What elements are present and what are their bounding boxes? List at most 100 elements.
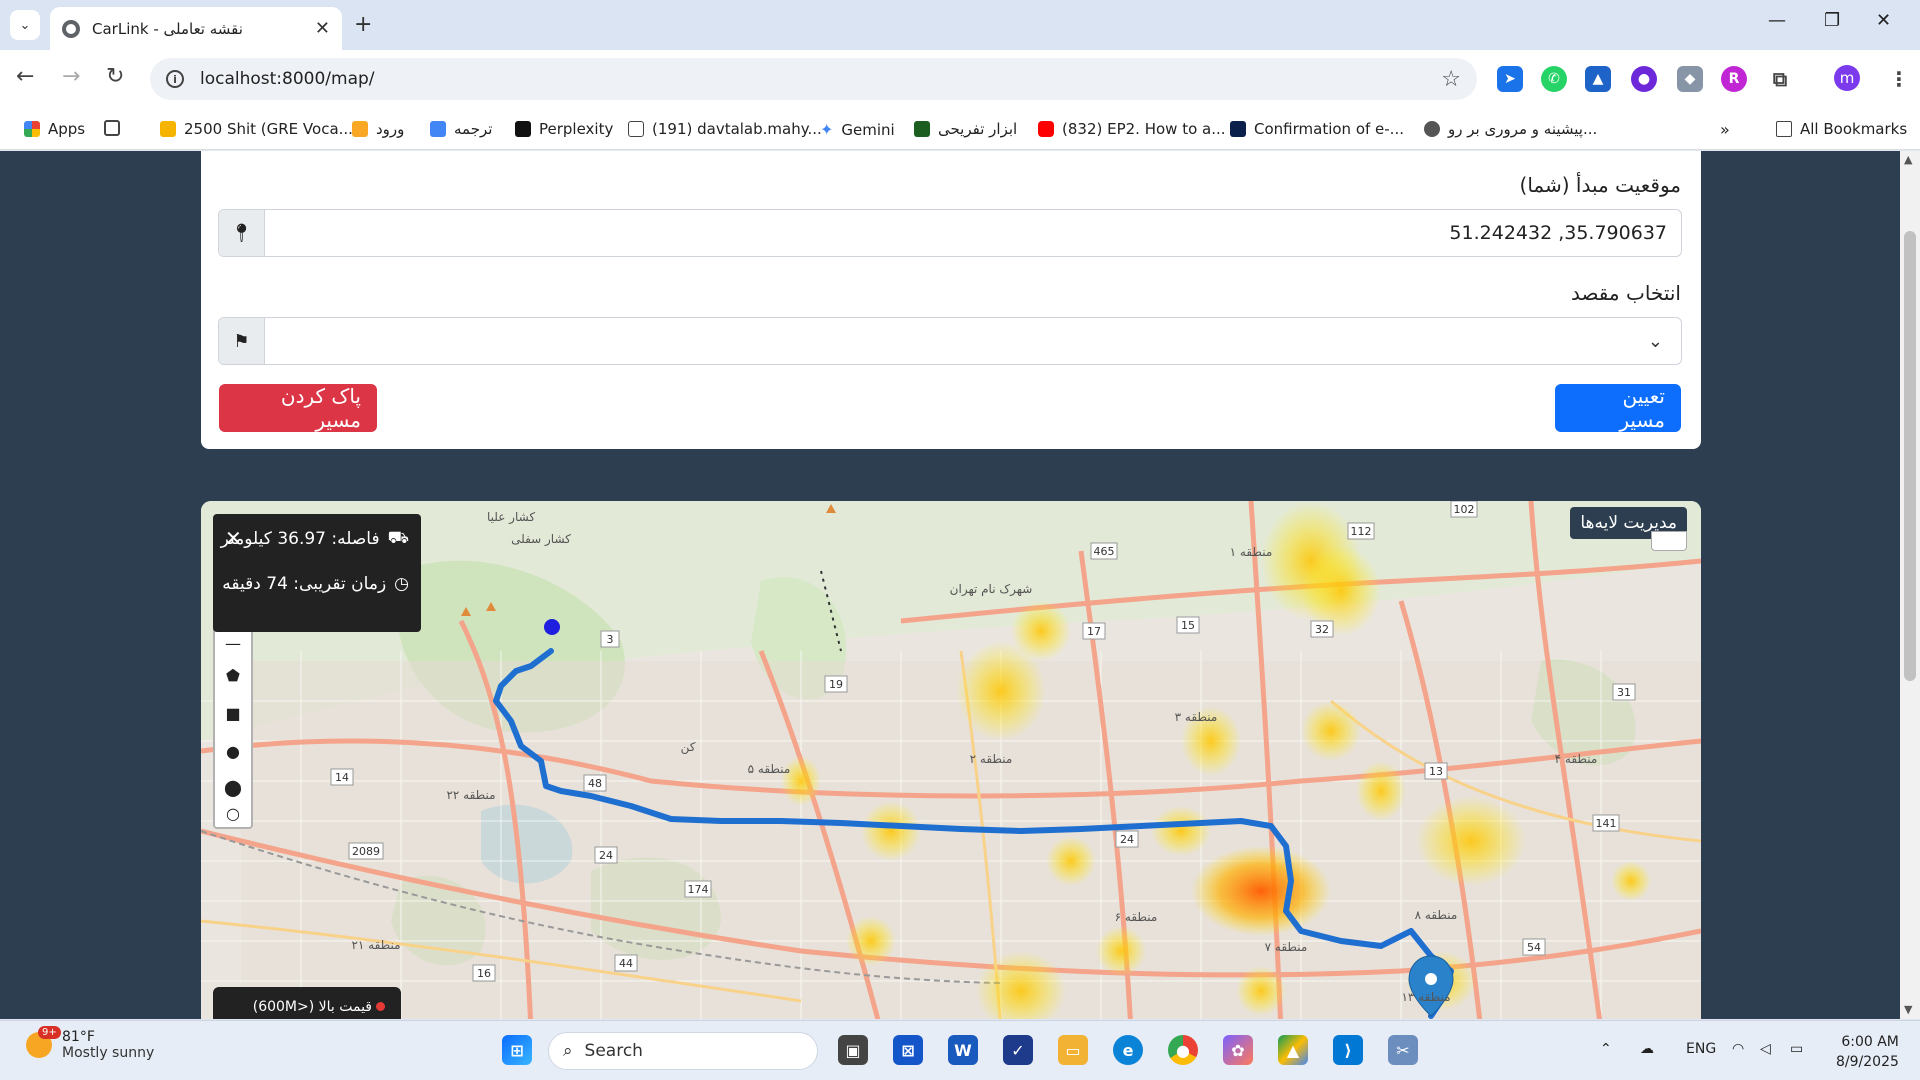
location-pin-icon[interactable]: 📍︎ xyxy=(219,210,265,256)
bookmark-confirmation[interactable]: Confirmation of e-... xyxy=(1230,120,1404,138)
set-route-button[interactable]: تعیین مسیر xyxy=(1555,384,1681,432)
bookmark-login[interactable]: ورود xyxy=(352,120,404,138)
svg-text:174: 174 xyxy=(688,883,709,896)
vpn-icon[interactable]: ✓ xyxy=(1003,1035,1033,1065)
extension-purple-icon[interactable]: ● xyxy=(1631,66,1657,92)
system-clock[interactable]: 6:00 AM 8/9/2025 xyxy=(1836,1032,1899,1072)
bookmark-apps[interactable]: Apps xyxy=(24,120,85,138)
bookmark-youtube[interactable]: (832) EP2. How to a... xyxy=(1038,120,1226,138)
chrome-icon[interactable]: ● xyxy=(1168,1035,1198,1065)
road-shield: 102 xyxy=(1450,501,1478,518)
forward-icon[interactable]: → xyxy=(62,64,80,89)
extension-r-icon[interactable]: R xyxy=(1721,66,1747,92)
scrollbar-thumb[interactable] xyxy=(1904,231,1916,681)
back-icon[interactable]: ← xyxy=(16,64,34,89)
road-icon: ⛟ xyxy=(387,528,409,548)
close-window-icon[interactable]: ✕ xyxy=(1876,10,1891,31)
road-shield: 15 xyxy=(1176,616,1200,634)
svg-text:102: 102 xyxy=(1454,503,1475,516)
new-tab-button[interactable]: + xyxy=(354,12,372,37)
weather-desc: Mostly sunny xyxy=(62,1045,155,1061)
extensions-puzzle-icon[interactable]: ⧉ xyxy=(1767,66,1793,92)
draw-circlemarker-icon[interactable]: ○ xyxy=(215,795,251,831)
road-shield: 54 xyxy=(1522,938,1546,956)
origin-input[interactable]: 📍︎ 51.242432 ,35.790637 xyxy=(218,209,1682,257)
map-label: منطقه ۵ xyxy=(748,762,791,776)
wifi-icon[interactable]: ◠ xyxy=(1732,1041,1744,1057)
windows-taskbar: 9+ 81°F Mostly sunny ⊞ ⌕ Search ▣ ⊠ W ✓ … xyxy=(0,1020,1920,1080)
bookmark-perplexity[interactable]: Perplexity xyxy=(515,120,613,138)
map-label: شهرک نام تهران xyxy=(950,582,1033,597)
file-explorer-icon[interactable]: ▭ xyxy=(1058,1035,1088,1065)
volume-icon[interactable]: ◁ xyxy=(1760,1041,1771,1057)
page-viewport: موقعیت مبدأ (شما) 📍︎ 51.242432 ,35.79063… xyxy=(0,151,1900,1019)
road-shield: 19 xyxy=(824,675,848,693)
browser-toolbar: ← → ↻ i localhost:8000/map/ ☆ ➤ ✆ ▲ ● ◆ … xyxy=(0,50,1920,108)
info-icon[interactable]: i xyxy=(166,70,184,88)
sun-icon: 9+ xyxy=(26,1026,61,1058)
chevron-down-icon[interactable]: ⌄ xyxy=(265,318,1681,364)
road-shield: 31 xyxy=(1612,683,1636,701)
weather-widget[interactable]: 9+ 81°F Mostly sunny xyxy=(26,1026,155,1061)
menu-dots-icon[interactable]: ⋮ xyxy=(1886,66,1912,92)
tab-strip: ⌄ CarLink - نقشه تعاملی ✕ + — ❐ ✕ xyxy=(0,0,1920,50)
bookmark-fun-tools[interactable]: ابزار تفریحی xyxy=(914,120,1017,138)
snipping-tool-icon[interactable]: ✂ xyxy=(1388,1035,1418,1065)
globe-icon xyxy=(62,19,80,38)
interactive-map[interactable]: کشار علیا کشار سفلی شهرک نام تهران منطقه… xyxy=(201,501,1701,1019)
svg-text:24: 24 xyxy=(1120,833,1134,846)
draw-polygon-icon[interactable]: ⬟ xyxy=(215,657,251,693)
map-label: منطقه ۲۲ xyxy=(446,788,495,802)
bookmark-grid[interactable] xyxy=(104,120,120,136)
word-icon[interactable]: W xyxy=(948,1035,978,1065)
minimize-icon[interactable]: — xyxy=(1768,10,1786,31)
task-view-icon[interactable]: ▣ xyxy=(838,1035,868,1065)
address-bar[interactable]: i localhost:8000/map/ ☆ xyxy=(150,58,1477,100)
network-off-icon[interactable]: ☁ xyxy=(1640,1041,1654,1057)
svg-text:16: 16 xyxy=(477,967,491,980)
page-scrollbar[interactable]: ▲ ▼ xyxy=(1900,151,1920,1019)
tray-chevron-icon[interactable]: ⌃ xyxy=(1600,1041,1612,1057)
copilot-icon[interactable]: ✿ xyxy=(1223,1035,1253,1065)
store-icon[interactable]: ⊠ xyxy=(893,1035,923,1065)
weather-temp: 81°F xyxy=(62,1029,95,1045)
tab-search-button[interactable]: ⌄ xyxy=(10,10,40,40)
draw-circle-icon[interactable]: ● xyxy=(215,733,251,769)
browser-tab[interactable]: CarLink - نقشه تعاملی ✕ xyxy=(50,7,342,50)
scroll-down-icon[interactable]: ▼ xyxy=(1904,1003,1912,1016)
more-bookmarks-icon[interactable]: » xyxy=(1720,120,1730,139)
extension-shield-icon[interactable]: ◆ xyxy=(1677,66,1703,92)
all-bookmarks[interactable]: All Bookmarks xyxy=(1776,120,1907,138)
bookmark-review[interactable]: پیشینه و مروری بر رو... xyxy=(1424,120,1597,138)
road-shield: 17 xyxy=(1082,622,1106,640)
road-shield: 48 xyxy=(583,774,607,792)
draw-rectangle-icon[interactable]: ■ xyxy=(215,695,251,731)
bookmark-translate[interactable]: ترجمه xyxy=(430,120,492,138)
origin-value[interactable]: 51.242432 ,35.790637 xyxy=(265,210,1681,256)
profile-avatar[interactable]: m xyxy=(1834,65,1860,91)
extension-whatsapp-icon[interactable]: ✆ xyxy=(1541,66,1567,92)
url-text[interactable]: localhost:8000/map/ xyxy=(200,69,1441,89)
battery-icon[interactable]: ▭ xyxy=(1790,1041,1803,1057)
bookmark-gre[interactable]: 2500 Shit (GRE Voca... xyxy=(160,120,353,138)
destination-select[interactable]: ⚑ ⌄ xyxy=(218,317,1682,365)
restore-icon[interactable]: ❐ xyxy=(1824,10,1840,31)
svg-text:54: 54 xyxy=(1527,941,1541,954)
taskbar-search[interactable]: ⌕ Search xyxy=(548,1032,818,1070)
edge-icon[interactable]: e xyxy=(1113,1035,1143,1065)
language-indicator[interactable]: ENG xyxy=(1686,1041,1716,1057)
bookmark-mail[interactable]: (191) davtalab.mahy... xyxy=(628,120,822,138)
windows-start-icon[interactable]: ⊞ xyxy=(502,1035,532,1065)
vscode-icon[interactable]: ⟩ xyxy=(1333,1035,1363,1065)
google-drive-icon[interactable]: ▲ xyxy=(1278,1035,1308,1065)
star-icon[interactable]: ☆ xyxy=(1441,67,1461,92)
extension-chart-icon[interactable]: ▲ xyxy=(1585,66,1611,92)
extension-send-icon[interactable]: ➤ xyxy=(1497,66,1523,92)
bookmark-gemini[interactable]: ✦ Gemini xyxy=(820,120,895,139)
clear-route-button[interactable]: پاک کردن مسیر xyxy=(219,384,377,432)
scroll-up-icon[interactable]: ▲ xyxy=(1904,153,1912,166)
layers-panel[interactable] xyxy=(1651,531,1687,551)
bookmarks-bar: Apps 2500 Shit (GRE Voca... ورود ترجمه P… xyxy=(0,108,1920,150)
close-icon[interactable]: ✕ xyxy=(315,18,330,39)
reload-icon[interactable]: ↻ xyxy=(106,64,124,89)
